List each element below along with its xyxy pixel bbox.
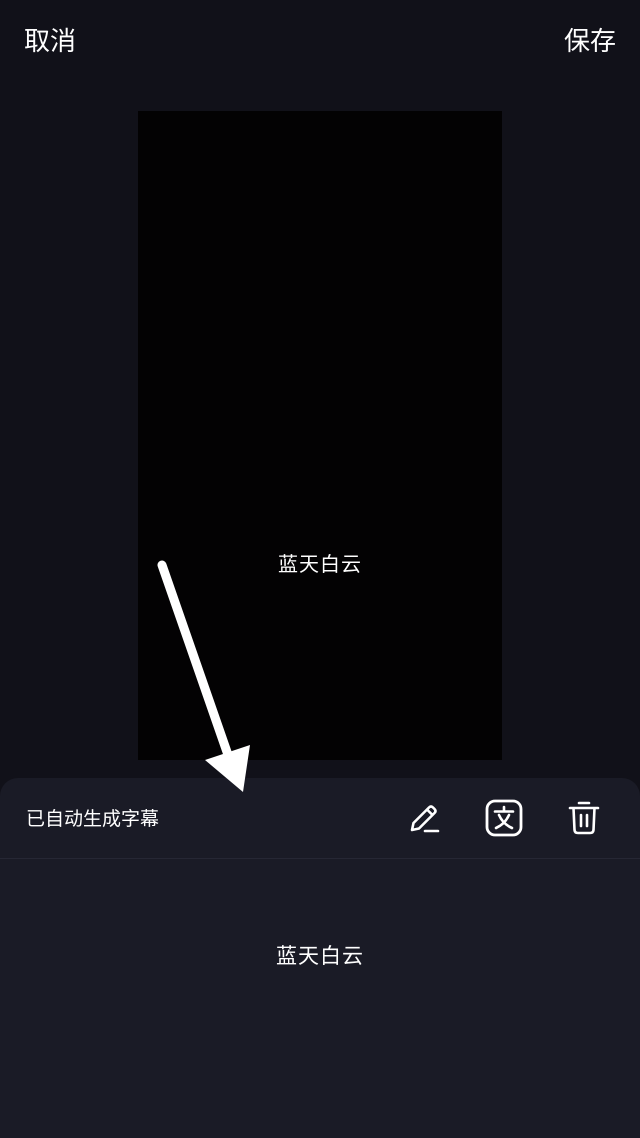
preview-subtitle-caption[interactable]: 蓝天白云 bbox=[138, 549, 502, 579]
panel-header: 已自动生成字幕 bbox=[0, 778, 640, 859]
top-bar: 取消 保存 bbox=[0, 0, 640, 84]
translate-text-icon bbox=[485, 799, 523, 837]
delete-subtitle-button[interactable] bbox=[564, 798, 604, 838]
video-preview[interactable]: 蓝天白云 bbox=[138, 111, 502, 760]
subtitle-panel: 已自动生成字幕 蓝天白云 bbox=[0, 778, 640, 1138]
save-button[interactable]: 保存 bbox=[564, 22, 616, 62]
subtitle-list-item[interactable]: 蓝天白云 bbox=[0, 936, 640, 976]
translate-subtitle-button[interactable] bbox=[484, 798, 524, 838]
cancel-button[interactable]: 取消 bbox=[24, 22, 76, 62]
auto-subtitle-status: 已自动生成字幕 bbox=[26, 808, 160, 830]
edit-subtitle-button[interactable] bbox=[404, 798, 444, 838]
edit-pencil-icon bbox=[410, 805, 440, 833]
trash-icon bbox=[568, 801, 600, 835]
subtitle-editor-screen: 取消 保存 蓝天白云 已自动生成字幕 蓝天白云 bbox=[0, 0, 640, 1138]
